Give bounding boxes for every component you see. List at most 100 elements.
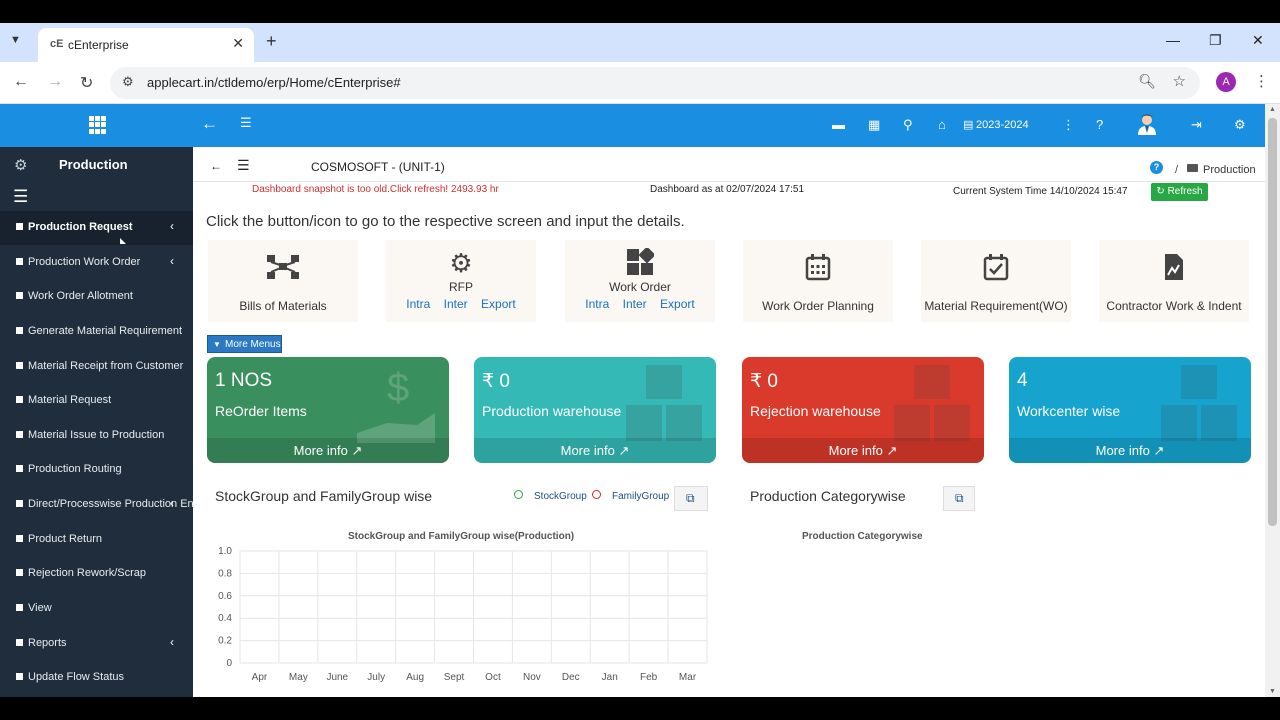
tile-bills-of-materials[interactable]: Bills of Materials (208, 240, 358, 322)
page-scrollbar[interactable]: ▲ ▼ (1265, 104, 1280, 697)
boxes-icon (1161, 365, 1237, 441)
browser-menu-icon[interactable]: ⋮ (1254, 72, 1269, 90)
tile-label: Work Order Planning (762, 299, 874, 313)
calculator-icon[interactable]: ▦ (868, 117, 880, 133)
sidebar-item-label: Product Return (28, 533, 102, 545)
content-menu-icon[interactable]: ☰ (237, 157, 250, 174)
link-intra[interactable]: Intra (585, 297, 609, 311)
sidebar-item-product-return[interactable]: Product Return (0, 523, 193, 557)
panel-title: StockGroup and FamilyGroup wise (215, 488, 433, 504)
link-inter[interactable]: Inter (623, 297, 647, 311)
help-icon[interactable]: ? (1096, 117, 1103, 132)
card-workcenter-wise[interactable]: 4 Workcenter wise More info ↗ (1009, 357, 1251, 463)
sidebar-item-material-request[interactable]: Material Request (0, 384, 193, 418)
bookmark-star-icon[interactable]: ☆ (1173, 72, 1186, 90)
open-external-button[interactable]: ⧉ (674, 486, 708, 511)
sidebar-item-generate-material-requirement[interactable]: Generate Material Requirement (0, 315, 193, 349)
search-icon[interactable]: ⚲ (903, 117, 913, 133)
more-info-link[interactable]: More info ↗ (742, 438, 984, 463)
tile-work-order-planning[interactable]: Work Order Planning (743, 240, 893, 322)
link-export[interactable]: Export (660, 297, 695, 311)
bullet-icon (16, 673, 23, 680)
forward-icon[interactable]: → (47, 73, 63, 91)
more-info-link[interactable]: More info ↗ (1009, 438, 1251, 463)
chart-title: StockGroup and FamilyGroup wise(Producti… (348, 531, 575, 542)
sidebar-item-update-flow-status[interactable]: Update Flow Status (0, 661, 193, 695)
tile-material-requirement[interactable]: Material Requirement(WO) (921, 240, 1071, 322)
profile-avatar[interactable]: A (1216, 72, 1236, 92)
sidebar-item-rejection-rework[interactable]: Rejection Rework/Scrap (0, 557, 193, 591)
tile-rfp[interactable]: ⚙ RFP Intra Inter Export (386, 240, 536, 322)
card-production-warehouse[interactable]: ₹ 0 Production warehouse More info ↗ (474, 357, 716, 463)
sidebar-item-material-receipt[interactable]: Material Receipt from Customer (0, 350, 193, 384)
line-chart: 1.0 0.8 0.6 0.4 0.2 0 Apr May June July Aug Sept Oct… (218, 546, 708, 683)
address-bar-row: ← → ↻ ⚙ applecart.in/ctldemo/erp/Home/cE… (0, 62, 1280, 104)
back-arrow-icon[interactable]: ← (210, 159, 222, 173)
sidebar-item-reports[interactable]: Reports ‹ (0, 627, 193, 661)
minimize-icon[interactable]: — (1166, 32, 1180, 48)
card-reorder-items[interactable]: $ 1 NOS ReOrder Items More info ↗ (207, 357, 449, 463)
more-menus-button[interactable]: ▼ More Menus (207, 335, 282, 353)
legend-marker-familygroup (592, 490, 601, 499)
tile-work-order[interactable]: Work Order Intra Inter Export (565, 240, 715, 322)
tile-contractor-work[interactable]: Contractor Work & Indent (1099, 240, 1249, 322)
legend-stockgroup[interactable]: StockGroup (534, 491, 587, 502)
archive-icon[interactable]: ▬ (832, 117, 845, 132)
sidebar-item-direct-production-entry[interactable]: Direct/Processwise Production Entry ‹ (0, 488, 193, 522)
logout-icon[interactable]: ⇥ (1191, 117, 1202, 133)
link-inter[interactable]: Inter (444, 297, 468, 311)
sidebar-menu-icon[interactable]: ☰ (13, 187, 28, 207)
link-intra[interactable]: Intra (406, 297, 430, 311)
more-info-label: More info (560, 443, 615, 458)
close-tab-icon[interactable]: ✕ (232, 35, 244, 52)
more-menus-label: More Menus (225, 339, 281, 350)
reload-icon[interactable]: ↻ (80, 73, 93, 93)
back-icon[interactable]: ← (13, 73, 29, 91)
sidebar-item-production-request[interactable]: Production Request ‹ (0, 211, 193, 245)
chevron-left-icon: ‹ (170, 496, 174, 510)
window-close-icon[interactable]: ✕ (1252, 32, 1264, 49)
sidebar-item-view[interactable]: View (0, 592, 193, 626)
legend-familygroup[interactable]: FamilyGroup (612, 491, 669, 502)
more-vertical-icon[interactable]: ⋮ (1062, 117, 1075, 133)
card-rejection-warehouse[interactable]: ₹ 0 Rejection warehouse More info ↗ (742, 357, 984, 463)
browser-tab[interactable]: cE cEnterprise ✕ (38, 28, 254, 62)
card-label: Workcenter wise (1017, 403, 1121, 419)
more-info-link[interactable]: More info ↗ (207, 438, 449, 463)
home-icon[interactable]: ⌂ (938, 117, 946, 132)
x-tick-label: July (367, 672, 385, 683)
link-export[interactable]: Export (481, 297, 516, 311)
url-text[interactable]: applecart.in/ctldemo/erp/Home/cEnterpris… (147, 75, 401, 90)
x-tick-label: June (326, 672, 348, 683)
refresh-button[interactable]: ↻ Refresh (1151, 183, 1208, 201)
zoom-icon[interactable]: 🔍︎ (1138, 73, 1156, 90)
help-circle-icon[interactable]: ? (1150, 161, 1163, 174)
user-avatar-icon[interactable] (1137, 113, 1157, 135)
site-info-icon[interactable]: ⚙ (122, 74, 134, 90)
card-label: Production warehouse (482, 403, 622, 419)
open-external-button[interactable]: ⧉ (943, 486, 975, 511)
x-tick-label: Mar (679, 672, 697, 683)
new-tab-icon[interactable]: + (266, 31, 277, 52)
bullet-icon (16, 639, 23, 646)
collapse-arrow-icon[interactable]: ← (201, 114, 218, 134)
apps-grid-icon[interactable] (89, 116, 107, 134)
sidebar-item-label: Rejection Rework/Scrap (28, 567, 146, 579)
sidebar-item-material-issue[interactable]: Material Issue to Production (0, 419, 193, 453)
sliders-icon[interactable]: ☰ (240, 115, 252, 131)
more-info-link[interactable]: More info ↗ (474, 438, 716, 463)
scroll-up-icon[interactable]: ▲ (1269, 106, 1276, 113)
restore-icon[interactable]: ❐ (1209, 32, 1222, 49)
tab-search-icon[interactable]: ▼ (10, 34, 21, 46)
sidebar-item-production-work-order[interactable]: Production Work Order ‹ (0, 246, 193, 280)
scroll-down-icon[interactable]: ▼ (1269, 688, 1276, 695)
sidebar-item-work-order-allotment[interactable]: Work Order Allotment (0, 280, 193, 314)
fiscal-year[interactable]: 2023-2024 (976, 119, 1029, 131)
omnibox[interactable]: ⚙ applecart.in/ctldemo/erp/Home/cEnterpr… (110, 67, 1200, 99)
settings-gears-icon[interactable]: ⚙ (1234, 117, 1246, 133)
breadcrumb[interactable]: Production (1203, 164, 1256, 176)
th-large-icon (565, 246, 715, 276)
sidebar-item-production-routing[interactable]: Production Routing (0, 453, 193, 487)
scroll-thumb[interactable] (1268, 118, 1277, 526)
calendar-icon[interactable]: ▤ (963, 118, 973, 131)
